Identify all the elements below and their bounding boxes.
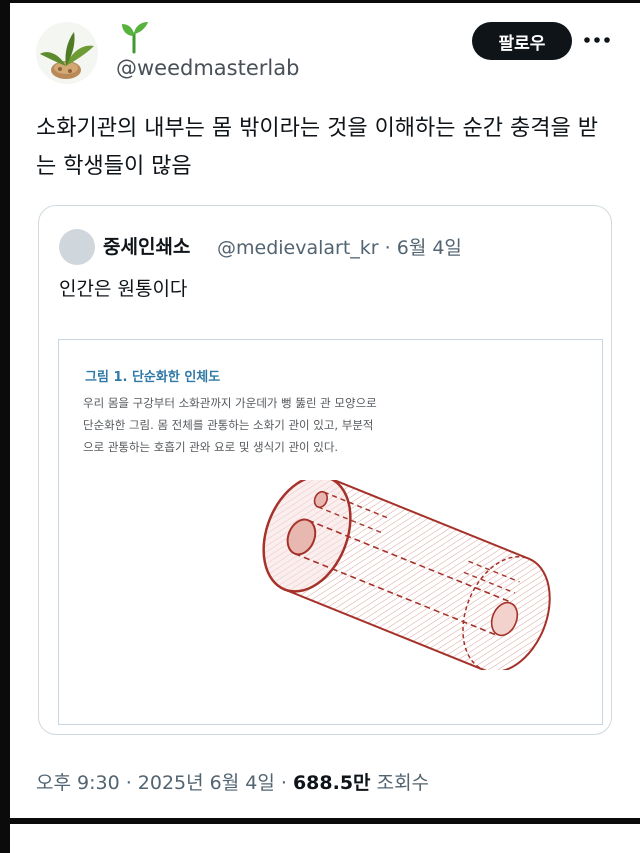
view-count: 688.5만 [292, 772, 371, 794]
quoted-author-name[interactable]: 중세인쇄소 [103, 232, 190, 259]
figure-description: 우리 몸을 구강부터 소화관까지 가운데가 뻥 뚫린 관 모양으로 단순화한 그… [83, 392, 483, 458]
avatar[interactable] [36, 22, 98, 84]
view-count-label: 조회수 [370, 772, 430, 794]
figure-desc-line-3: 으로 관통하는 호흡기 관와 요로 및 생식기 관이 있다. [83, 440, 339, 454]
frame-bottom-edge [0, 818, 640, 824]
frame-left-edge [0, 0, 10, 853]
author-handle[interactable]: @weedmasterlab [116, 56, 299, 80]
quoted-figure-image[interactable]: 그림 1. 단순화한 인체도 우리 몸을 구강부터 소화관까지 가운데가 뻥 뚫… [58, 339, 603, 725]
body-tube-illustration [262, 480, 551, 670]
plant-avatar-image [40, 32, 94, 79]
post-text: 소화기관의 내부는 몸 밖이라는 것을 이해하는 순간 충격을 받는 학생들이 … [36, 116, 598, 179]
quoted-avatar[interactable] [59, 229, 95, 265]
post-timestamp[interactable]: 오후 9:30 · 2025년 6월 4일 · [36, 772, 293, 794]
figure-desc-line-1: 우리 몸을 구강부터 소화관까지 가운데가 뻥 뚫린 관 모양으로 [83, 396, 377, 410]
quoted-handle-date[interactable]: @medievalart_kr · 6월 4일 [217, 233, 462, 260]
post-header: @weedmasterlab 팔로우 [36, 18, 626, 88]
figure-title: 그림 1. 단순화한 인체도 [85, 370, 221, 385]
follow-button[interactable]: 팔로우 [472, 22, 572, 60]
more-horizontal-icon[interactable] [582, 30, 612, 50]
sprout-icon [122, 22, 148, 54]
quoted-post-card[interactable]: 중세인쇄소 @medievalart_kr · 6월 4일 인간은 원통이다 그… [38, 205, 612, 735]
quoted-post-text: 인간은 원통이다 [59, 278, 188, 300]
frame-top-edge [0, 0, 640, 3]
figure-desc-line-2: 단순화한 그림. 몸 전체를 관통하는 소화기 관이 있고, 부분적 [83, 418, 374, 432]
post-meta: 오후 9:30 · 2025년 6월 4일 · 688.5만 조회수 [36, 768, 429, 795]
